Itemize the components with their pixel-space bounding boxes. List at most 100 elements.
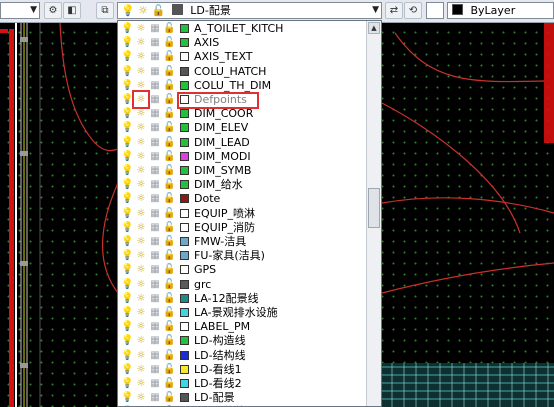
left-combo-fragment[interactable]: ▼ xyxy=(0,2,40,19)
sun-icon[interactable]: ☼ xyxy=(135,165,147,177)
sun-icon[interactable]: ☼ xyxy=(135,151,147,163)
layer-properties-icon[interactable]: ⚙ xyxy=(44,2,62,19)
layer-row[interactable]: 💡 ☼ ▦ 🔓 LD-看线1 xyxy=(118,363,366,377)
lock-icon[interactable]: 🔓 xyxy=(163,293,175,305)
viewport-freeze-icon[interactable]: ▦ xyxy=(149,23,161,35)
bulb-icon[interactable]: 💡 xyxy=(121,279,133,291)
layer-combo[interactable]: 💡 ☼ 🔓 LD-配景 ▼ xyxy=(117,2,382,19)
viewport-freeze-icon[interactable]: ▦ xyxy=(149,137,161,149)
viewport-freeze-icon[interactable]: ▦ xyxy=(149,364,161,376)
viewport-freeze-icon[interactable]: ▦ xyxy=(149,165,161,177)
viewport-freeze-icon[interactable]: ▦ xyxy=(149,151,161,163)
bulb-icon[interactable]: 💡 xyxy=(121,122,133,134)
lock-icon[interactable]: 🔓 xyxy=(163,108,175,120)
color-combo[interactable] xyxy=(426,2,444,19)
sun-icon[interactable]: ☼ xyxy=(135,208,147,220)
viewport-freeze-icon[interactable]: ▦ xyxy=(149,122,161,134)
viewport-freeze-icon[interactable]: ▦ xyxy=(149,264,161,276)
layer-row[interactable]: 💡 ☼ ▦ 🔓 AXIS xyxy=(118,36,366,50)
layer-row[interactable]: 💡 ☼ ▦ 🔓 LD-配景 xyxy=(118,391,366,405)
layer-row[interactable]: 💡 ☼ ▦ 🔓 DIM_MODI xyxy=(118,150,366,164)
viewport-freeze-icon[interactable]: ▦ xyxy=(149,250,161,262)
layer-row[interactable]: 💡 ☼ ▦ 🔓 DIM_ELEV xyxy=(118,121,366,135)
layer-row[interactable]: 💡 ☼ ▦ 🔓 grc xyxy=(118,278,366,292)
lock-icon[interactable]: 🔓 xyxy=(163,264,175,276)
layer-row[interactable]: 💡 ☼ ▦ 🔓 FU-家具(洁具) xyxy=(118,249,366,263)
bulb-icon[interactable]: 💡 xyxy=(121,108,133,120)
sun-icon[interactable]: ☼ xyxy=(135,179,147,191)
bulb-icon[interactable]: 💡 xyxy=(121,378,133,390)
bulb-icon[interactable]: 💡 xyxy=(121,151,133,163)
previous-layer-icon[interactable]: ⟲ xyxy=(404,2,422,19)
lock-icon[interactable]: 🔓 xyxy=(163,222,175,234)
bulb-icon[interactable]: 💡 xyxy=(121,307,133,319)
layer-row[interactable]: 💡 ☼ ▦ 🔓 EQUIP_喷淋 xyxy=(118,207,366,221)
layer-states-icon[interactable]: ◧ xyxy=(63,2,81,19)
sun-icon[interactable]: ☼ xyxy=(135,222,147,234)
sun-icon[interactable]: ☼ xyxy=(135,264,147,276)
viewport-freeze-icon[interactable]: ▦ xyxy=(149,179,161,191)
layer-dropdown-list[interactable]: 💡 ☼ ▦ 🔓 A_TOILET_KITCH 💡 ☼ ▦ 🔓 AXIS 💡 ☼ ▦ 🔓 AXIS_TEXT 💡… xyxy=(117,20,382,407)
lock-icon[interactable]: 🔓 xyxy=(163,51,175,63)
layer-row[interactable]: 💡 ☼ ▦ 🔓 COLU_HATCH xyxy=(118,65,366,79)
lock-icon[interactable]: 🔓 xyxy=(163,378,175,390)
layer-row[interactable]: 💡 ☼ ▦ 🔓 LD-结构线 xyxy=(118,349,366,363)
lock-icon[interactable]: 🔓 xyxy=(163,66,175,78)
sun-icon[interactable]: ☼ xyxy=(135,378,147,390)
sun-icon[interactable]: ☼ xyxy=(135,66,147,78)
viewport-freeze-icon[interactable]: ▦ xyxy=(149,80,161,92)
sun-icon[interactable]: ☼ xyxy=(135,23,147,35)
sun-icon[interactable]: ☼ xyxy=(135,307,147,319)
lock-icon[interactable]: 🔓 xyxy=(163,37,175,49)
bulb-icon[interactable]: 💡 xyxy=(121,293,133,305)
layer-row[interactable]: 💡 ☼ ▦ 🔓 DIM_SYMB xyxy=(118,164,366,178)
match-layer-icon[interactable]: ⇄ xyxy=(385,2,403,19)
bulb-icon[interactable]: 💡 xyxy=(121,208,133,220)
bulb-icon[interactable]: 💡 xyxy=(121,193,133,205)
layer-row[interactable]: 💡 ☼ ▦ 🔓 LA-12配景线 xyxy=(118,292,366,306)
viewport-freeze-icon[interactable]: ▦ xyxy=(149,108,161,120)
bulb-icon[interactable]: 💡 xyxy=(121,335,133,347)
viewport-freeze-icon[interactable]: ▦ xyxy=(149,236,161,248)
lock-icon[interactable]: 🔓 xyxy=(163,165,175,177)
sun-icon[interactable]: ☼ xyxy=(135,122,147,134)
lock-icon[interactable]: 🔓 xyxy=(163,151,175,163)
lock-icon[interactable]: 🔓 xyxy=(163,307,175,319)
lock-icon[interactable]: 🔓 xyxy=(163,236,175,248)
viewport-freeze-icon[interactable]: ▦ xyxy=(149,279,161,291)
bulb-icon[interactable]: 💡 xyxy=(121,364,133,376)
layer-row[interactable]: 💡 ☼ ▦ 🔓 EQUIP_消防 xyxy=(118,221,366,235)
bulb-icon[interactable]: 💡 xyxy=(121,222,133,234)
lock-icon[interactable]: 🔓 xyxy=(163,193,175,205)
lock-icon[interactable]: 🔓 xyxy=(163,350,175,362)
scroll-up-arrow-icon[interactable]: ▲ xyxy=(368,22,380,34)
sun-icon[interactable]: ☼ xyxy=(135,193,147,205)
lock-icon[interactable]: 🔓 xyxy=(163,137,175,149)
viewport-freeze-icon[interactable]: ▦ xyxy=(149,66,161,78)
bulb-icon[interactable]: 💡 xyxy=(121,37,133,49)
bulb-icon[interactable]: 💡 xyxy=(121,51,133,63)
viewport-freeze-icon[interactable]: ▦ xyxy=(149,37,161,49)
viewport-freeze-icon[interactable]: ▦ xyxy=(149,208,161,220)
bulb-icon[interactable]: 💡 xyxy=(121,350,133,362)
lock-icon[interactable]: 🔓 xyxy=(163,122,175,134)
viewport-freeze-icon[interactable]: ▦ xyxy=(149,392,161,404)
layer-row[interactable]: 💡 ☼ ▦ 🔓 LD-看线2 xyxy=(118,377,366,391)
linetype-combo[interactable]: ByLayer xyxy=(447,2,554,19)
lock-icon[interactable]: 🔓 xyxy=(163,23,175,35)
sun-icon[interactable]: ☼ xyxy=(135,137,147,149)
make-current-layer-icon[interactable]: ⧉ xyxy=(96,2,114,19)
layer-row[interactable]: 💡 ☼ ▦ 🔓 AXIS_TEXT xyxy=(118,50,366,64)
lock-icon[interactable]: 🔓 xyxy=(163,94,175,106)
viewport-freeze-icon[interactable]: ▦ xyxy=(149,307,161,319)
bulb-icon[interactable]: 💡 xyxy=(121,165,133,177)
sun-icon[interactable]: ☼ xyxy=(135,37,147,49)
lock-icon[interactable]: 🔓 xyxy=(163,250,175,262)
layer-row[interactable]: 💡 ☼ ▦ 🔓 FMW-洁具 xyxy=(118,235,366,249)
bulb-icon[interactable]: 💡 xyxy=(121,392,133,404)
layer-row[interactable]: 💡 ☼ ▦ 🔓 LD-构造线 xyxy=(118,334,366,348)
viewport-freeze-icon[interactable]: ▦ xyxy=(149,51,161,63)
bulb-icon[interactable]: 💡 xyxy=(121,23,133,35)
viewport-freeze-icon[interactable]: ▦ xyxy=(149,350,161,362)
bulb-icon[interactable]: 💡 xyxy=(121,137,133,149)
